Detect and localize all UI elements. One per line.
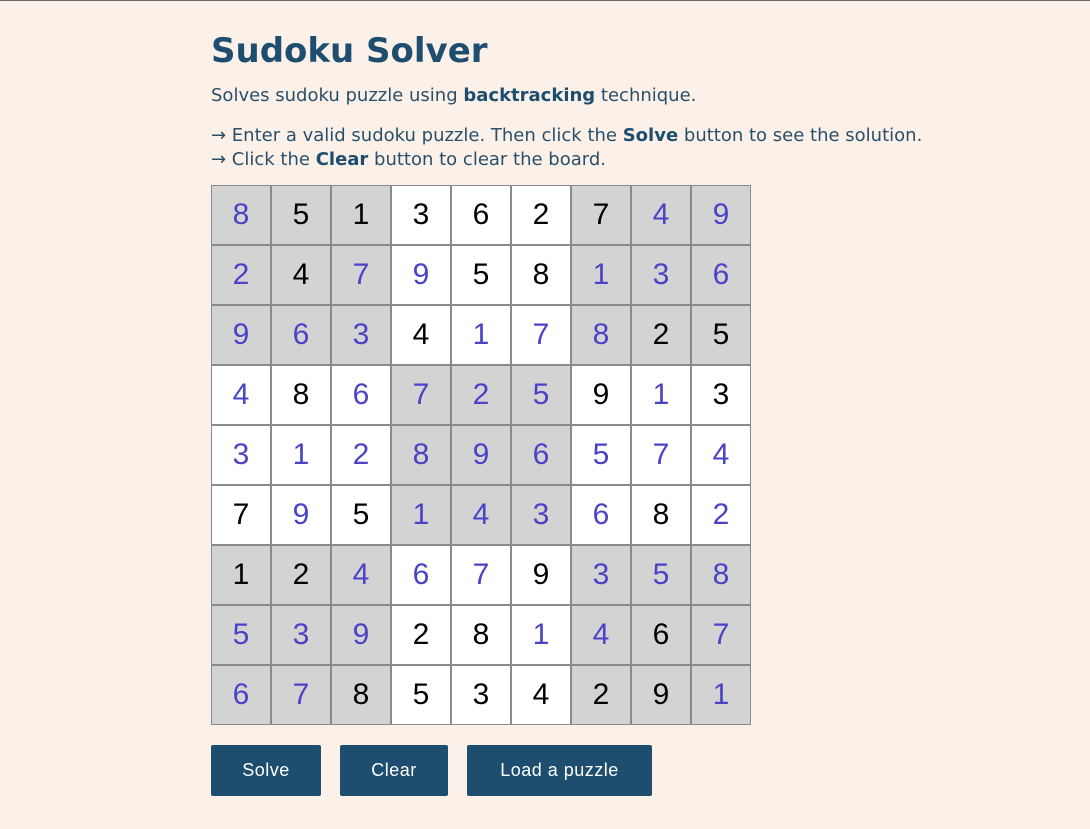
sudoku-cell-r4-c2[interactable]: 8: [271, 365, 331, 425]
sudoku-cell-r1-c9[interactable]: 9: [691, 185, 751, 245]
sudoku-cell-r9-c8[interactable]: 9: [631, 665, 691, 725]
sudoku-cell-r9-c2[interactable]: 7: [271, 665, 331, 725]
instruction-suffix: button to see the solution.: [678, 125, 923, 146]
sudoku-cell-r2-c6[interactable]: 8: [511, 245, 571, 305]
sudoku-cell-r1-c1[interactable]: 8: [211, 185, 271, 245]
sudoku-cell-r6-c4[interactable]: 1: [391, 485, 451, 545]
sudoku-cell-r9-c5[interactable]: 3: [451, 665, 511, 725]
sudoku-cell-r7-c6[interactable]: 9: [511, 545, 571, 605]
sudoku-cell-r3-c9[interactable]: 5: [691, 305, 751, 365]
sudoku-cell-r2-c5[interactable]: 5: [451, 245, 511, 305]
sudoku-cell-r3-c5[interactable]: 1: [451, 305, 511, 365]
solve-button[interactable]: Solve: [211, 745, 321, 796]
sudoku-cell-r4-c8[interactable]: 1: [631, 365, 691, 425]
clear-button[interactable]: Clear: [340, 745, 448, 796]
sudoku-cell-r7-c3[interactable]: 4: [331, 545, 391, 605]
instruction-suffix: button to clear the board.: [368, 149, 607, 170]
sudoku-cell-r4-c3[interactable]: 6: [331, 365, 391, 425]
sudoku-cell-r8-c2[interactable]: 3: [271, 605, 331, 665]
sudoku-cell-r3-c4[interactable]: 4: [391, 305, 451, 365]
sudoku-cell-r6-c3[interactable]: 5: [331, 485, 391, 545]
sudoku-cell-r6-c9[interactable]: 2: [691, 485, 751, 545]
sudoku-cell-r2-c7[interactable]: 1: [571, 245, 631, 305]
sudoku-cell-r6-c6[interactable]: 3: [511, 485, 571, 545]
sudoku-cell-r8-c6[interactable]: 1: [511, 605, 571, 665]
sudoku-cell-r8-c9[interactable]: 7: [691, 605, 751, 665]
sudoku-cell-r6-c5[interactable]: 4: [451, 485, 511, 545]
sudoku-cell-r7-c9[interactable]: 8: [691, 545, 751, 605]
sudoku-cell-r4-c7[interactable]: 9: [571, 365, 631, 425]
sudoku-cell-r3-c2[interactable]: 6: [271, 305, 331, 365]
sudoku-cell-r5-c7[interactable]: 5: [571, 425, 631, 485]
sudoku-cell-r4-c5[interactable]: 2: [451, 365, 511, 425]
sudoku-cell-r3-c3[interactable]: 3: [331, 305, 391, 365]
sudoku-cell-r6-c1[interactable]: 7: [211, 485, 271, 545]
subtitle: Solves sudoku puzzle using backtracking …: [211, 85, 696, 107]
sudoku-cell-r7-c1[interactable]: 1: [211, 545, 271, 605]
sudoku-board: 8513627492479581369634178254867259133128…: [211, 185, 751, 725]
sudoku-cell-r7-c4[interactable]: 6: [391, 545, 451, 605]
sudoku-cell-r2-c9[interactable]: 6: [691, 245, 751, 305]
instruction-line: → Enter a valid sudoku puzzle. Then clic…: [211, 124, 922, 148]
sudoku-cell-r7-c7[interactable]: 3: [571, 545, 631, 605]
sudoku-cell-r4-c9[interactable]: 3: [691, 365, 751, 425]
instruction-bold: Clear: [315, 149, 369, 170]
sudoku-cell-r1-c6[interactable]: 2: [511, 185, 571, 245]
subtitle-prefix: Solves sudoku puzzle using: [211, 85, 464, 106]
sudoku-cell-r5-c9[interactable]: 4: [691, 425, 751, 485]
sudoku-cell-r1-c2[interactable]: 5: [271, 185, 331, 245]
sudoku-cell-r2-c2[interactable]: 4: [271, 245, 331, 305]
instructions: → Enter a valid sudoku puzzle. Then clic…: [211, 124, 922, 172]
sudoku-cell-r4-c4[interactable]: 7: [391, 365, 451, 425]
sudoku-cell-r9-c9[interactable]: 1: [691, 665, 751, 725]
sudoku-cell-r5-c8[interactable]: 7: [631, 425, 691, 485]
sudoku-cell-r8-c1[interactable]: 5: [211, 605, 271, 665]
sudoku-cell-r3-c8[interactable]: 2: [631, 305, 691, 365]
sudoku-cell-r4-c6[interactable]: 5: [511, 365, 571, 425]
sudoku-cell-r8-c8[interactable]: 6: [631, 605, 691, 665]
sudoku-cell-r5-c3[interactable]: 2: [331, 425, 391, 485]
page-title: Sudoku Solver: [211, 31, 488, 71]
sudoku-cell-r1-c3[interactable]: 1: [331, 185, 391, 245]
sudoku-cell-r9-c3[interactable]: 8: [331, 665, 391, 725]
instruction-bold: Solve: [622, 125, 679, 146]
sudoku-cell-r3-c7[interactable]: 8: [571, 305, 631, 365]
load-puzzle-button[interactable]: Load a puzzle: [467, 745, 652, 796]
instruction-prefix: → Click the: [211, 149, 316, 170]
subtitle-bold: backtracking: [463, 85, 596, 106]
sudoku-cell-r1-c8[interactable]: 4: [631, 185, 691, 245]
sudoku-cell-r2-c4[interactable]: 9: [391, 245, 451, 305]
sudoku-cell-r9-c1[interactable]: 6: [211, 665, 271, 725]
sudoku-cell-r7-c5[interactable]: 7: [451, 545, 511, 605]
subtitle-suffix: technique.: [595, 85, 697, 106]
sudoku-cell-r2-c3[interactable]: 7: [331, 245, 391, 305]
sudoku-cell-r9-c4[interactable]: 5: [391, 665, 451, 725]
sudoku-cell-r5-c6[interactable]: 6: [511, 425, 571, 485]
sudoku-cell-r1-c5[interactable]: 6: [451, 185, 511, 245]
sudoku-cell-r8-c3[interactable]: 9: [331, 605, 391, 665]
sudoku-cell-r2-c1[interactable]: 2: [211, 245, 271, 305]
sudoku-cell-r9-c7[interactable]: 2: [571, 665, 631, 725]
sudoku-cell-r6-c2[interactable]: 9: [271, 485, 331, 545]
instruction-prefix: → Enter a valid sudoku puzzle. Then clic…: [211, 125, 623, 146]
sudoku-cell-r5-c2[interactable]: 1: [271, 425, 331, 485]
sudoku-cell-r9-c6[interactable]: 4: [511, 665, 571, 725]
sudoku-cell-r7-c2[interactable]: 2: [271, 545, 331, 605]
sudoku-cell-r6-c7[interactable]: 6: [571, 485, 631, 545]
sudoku-cell-r3-c6[interactable]: 7: [511, 305, 571, 365]
sudoku-cell-r5-c1[interactable]: 3: [211, 425, 271, 485]
sudoku-cell-r8-c5[interactable]: 8: [451, 605, 511, 665]
sudoku-cell-r2-c8[interactable]: 3: [631, 245, 691, 305]
sudoku-cell-r5-c5[interactable]: 9: [451, 425, 511, 485]
sudoku-cell-r1-c4[interactable]: 3: [391, 185, 451, 245]
sudoku-cell-r7-c8[interactable]: 5: [631, 545, 691, 605]
sudoku-cell-r6-c8[interactable]: 8: [631, 485, 691, 545]
sudoku-cell-r4-c1[interactable]: 4: [211, 365, 271, 425]
sudoku-cell-r5-c4[interactable]: 8: [391, 425, 451, 485]
sudoku-cell-r8-c4[interactable]: 2: [391, 605, 451, 665]
sudoku-cell-r1-c7[interactable]: 7: [571, 185, 631, 245]
sudoku-cell-r8-c7[interactable]: 4: [571, 605, 631, 665]
sudoku-cell-r3-c1[interactable]: 9: [211, 305, 271, 365]
instruction-line: → Click the Clear button to clear the bo…: [211, 148, 922, 172]
